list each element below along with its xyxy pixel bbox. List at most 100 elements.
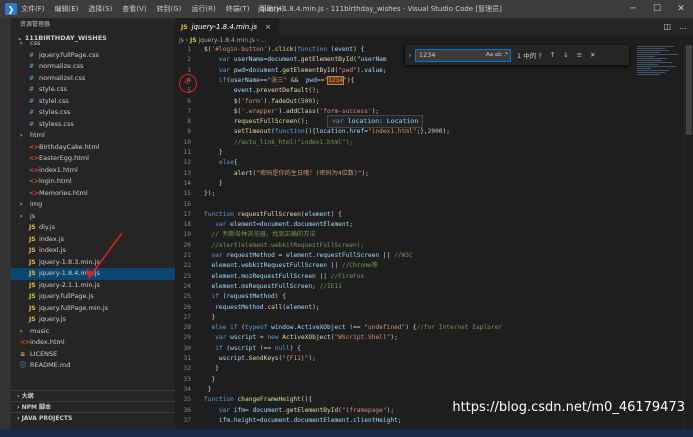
tree-file[interactable]: JS jquery.js — [11, 314, 175, 326]
tree-item-label: LICENSE — [30, 349, 58, 358]
chevron-right-icon: › — [20, 327, 23, 335]
tree-item-label: diy.js — [39, 223, 56, 231]
tree-item-label: index.js — [39, 234, 65, 243]
menu-file[interactable]: 文件(F) — [21, 4, 45, 14]
code-view[interactable]: 1 $('#login-button').click(function (even… — [175, 45, 693, 429]
tree-item-label: jquery.fullPage.css — [39, 50, 99, 59]
tree-item-label: index1.html — [39, 165, 78, 174]
tree-file[interactable]: JS diy.js — [11, 222, 175, 234]
tree-file[interactable]: # jquery.fullPage.css — [11, 50, 175, 62]
chevron-right-icon[interactable]: › — [405, 51, 415, 59]
tree-file[interactable]: JS index.js — [11, 234, 175, 246]
find-input[interactable]: 1234 Aa ab .* — [415, 48, 511, 62]
npm-scripts-section[interactable]: › NPM 脚本 — [11, 401, 175, 412]
tab-jquery-file[interactable]: JS jquery-1.8.4.min.js × — [175, 18, 279, 36]
js-file-icon: JS — [29, 270, 36, 277]
tree-folder[interactable]: › html — [11, 130, 175, 142]
js-file-icon: JS — [29, 235, 36, 243]
annotation-circle: 4 — [179, 74, 197, 93]
code-text: setTimeout(function(){location.href="ind… — [233, 128, 450, 136]
tree-file[interactable]: # styless.css — [11, 119, 175, 131]
find-in-selection-icon[interactable]: ≡ — [577, 51, 582, 59]
code-text: var wscript = new ActiveXObject("WScript… — [215, 334, 398, 342]
js-file-icon: JS — [29, 293, 36, 300]
menu-select[interactable]: 选择(S) — [88, 4, 112, 14]
minimap[interactable] — [637, 45, 683, 105]
more-actions-icon[interactable]: … — [679, 22, 687, 31]
tree-file[interactable]: # normalizel.css — [11, 73, 175, 85]
close-find-icon[interactable]: ✕ — [590, 51, 595, 59]
code-text: requestFullScreen(); — [233, 118, 309, 126]
tree-file[interactable]: ⓘ README.md — [11, 360, 175, 372]
js-file-icon: JS — [29, 258, 36, 266]
tree-folder[interactable]: › music — [11, 326, 175, 338]
tree-file[interactable]: <>BirthdayCake.html — [11, 142, 175, 154]
menu-view[interactable]: 查看(V) — [122, 4, 146, 14]
tree-file[interactable]: JS jquery.fullPage.min.js — [11, 303, 175, 315]
arrow-down-icon[interactable]: ↓ — [563, 51, 568, 59]
tree-folder[interactable]: › img — [11, 199, 175, 211]
tree-file[interactable]: # styles.css — [11, 107, 175, 119]
tree-file[interactable]: # style.css — [11, 84, 175, 96]
tree-file[interactable]: <>index1.html — [11, 165, 175, 177]
line-number: 33 — [183, 375, 191, 383]
tree-item-label: login.html — [39, 177, 72, 185]
tree-file[interactable]: ≡ LICENSE — [11, 349, 175, 361]
menu-edit[interactable]: 编辑(E) — [55, 4, 79, 14]
code-text: // 判断各种浏览器，找到正确的方法 — [211, 231, 316, 239]
tab-close-icon[interactable]: × — [265, 23, 271, 31]
code-text: $('form').fadeOut(500); — [233, 97, 320, 105]
code-text: requestMethod.call(element); — [215, 303, 320, 311]
arrow-up-icon[interactable]: ↑ — [550, 51, 555, 59]
tree-file[interactable]: JS indexl.js — [11, 245, 175, 257]
tree-folder[interactable]: › js — [11, 211, 175, 223]
code-text: event.preventDefault(); — [233, 87, 320, 95]
menu-goto[interactable]: 转到(G) — [157, 4, 182, 14]
tree-file[interactable]: # stylel.css — [11, 96, 175, 108]
html-file-icon: <> — [20, 339, 31, 346]
tree-file[interactable]: # normalize.css — [11, 61, 175, 73]
file-tree: › css # jquery.fullPage.css # normalize.css # n… — [11, 38, 175, 372]
outline-section[interactable]: › 大纲 — [11, 390, 175, 401]
tree-file[interactable]: JS jquery-1.8.3.min.js — [11, 257, 175, 269]
line-number: 7 — [187, 107, 191, 115]
html-file-icon: <> — [29, 189, 40, 197]
css-file-icon: # — [29, 63, 35, 70]
line-number: 36 — [183, 406, 191, 414]
code-text: wscript.SendKeys("{F11}"); — [218, 355, 316, 362]
line-number: 1 — [187, 46, 191, 53]
code-text: var requestMethod = element.requestFullS… — [211, 252, 413, 259]
explorer-title: 资源管理器 — [20, 21, 51, 28]
tree-file[interactable]: JS jquery-2.1.1.min.js — [11, 280, 175, 292]
tree-file[interactable]: <>EasterEgg.html — [11, 153, 175, 165]
find-widget: › 1234 Aa ab .* 1 中的 ? ↑ ↓ ≡ ✕ — [405, 45, 629, 65]
menu-run[interactable]: 运行(R) — [191, 4, 215, 14]
code-text: var ifm= document.getElementById("iframe… — [218, 406, 395, 414]
java-projects-section[interactable]: › JAVA PROJECTS — [11, 412, 175, 423]
tree-file[interactable]: <>Memories.html — [11, 188, 175, 200]
markdown-file-icon: ⓘ — [20, 362, 27, 369]
tree-file[interactable]: JS jquery.fullPage.js — [11, 291, 175, 303]
code-text: } — [204, 149, 223, 156]
find-options[interactable]: Aa ab .* — [486, 50, 508, 61]
minimize-icon[interactable]: ─ — [621, 0, 645, 18]
tree-item-label: normalize.css — [39, 62, 84, 70]
tree-file[interactable]: <>login.html — [11, 176, 175, 188]
window-title: jquery-1.8.4.min.js - 111birthday_wishes… — [258, 5, 502, 13]
tree-folder[interactable]: › css — [11, 38, 175, 50]
js-file-icon: JS — [29, 247, 36, 254]
split-editor-icon[interactable]: ◫ — [663, 22, 671, 31]
css-file-icon: # — [29, 74, 35, 82]
close-icon[interactable]: ✕ — [669, 0, 693, 18]
js-file-icon: JS — [181, 23, 188, 31]
scrollbar-thumb[interactable] — [686, 45, 692, 135]
watermark-text: https://blog.csdn.net/m0_46179473 — [452, 400, 685, 415]
tree-file[interactable]: JS jquery-1.8.4.min.js — [11, 268, 175, 280]
html-file-icon: <> — [29, 155, 40, 162]
tree-item-label: index.html — [30, 338, 65, 346]
maximize-icon[interactable]: ☐ — [645, 0, 669, 18]
vertical-scrollbar[interactable] — [684, 45, 693, 429]
code-text: }); — [204, 190, 216, 198]
tree-file[interactable]: <>index.html — [11, 337, 175, 349]
breadcrumb: js › JS jquery-1.8.4.min.js › ... — [179, 37, 267, 44]
